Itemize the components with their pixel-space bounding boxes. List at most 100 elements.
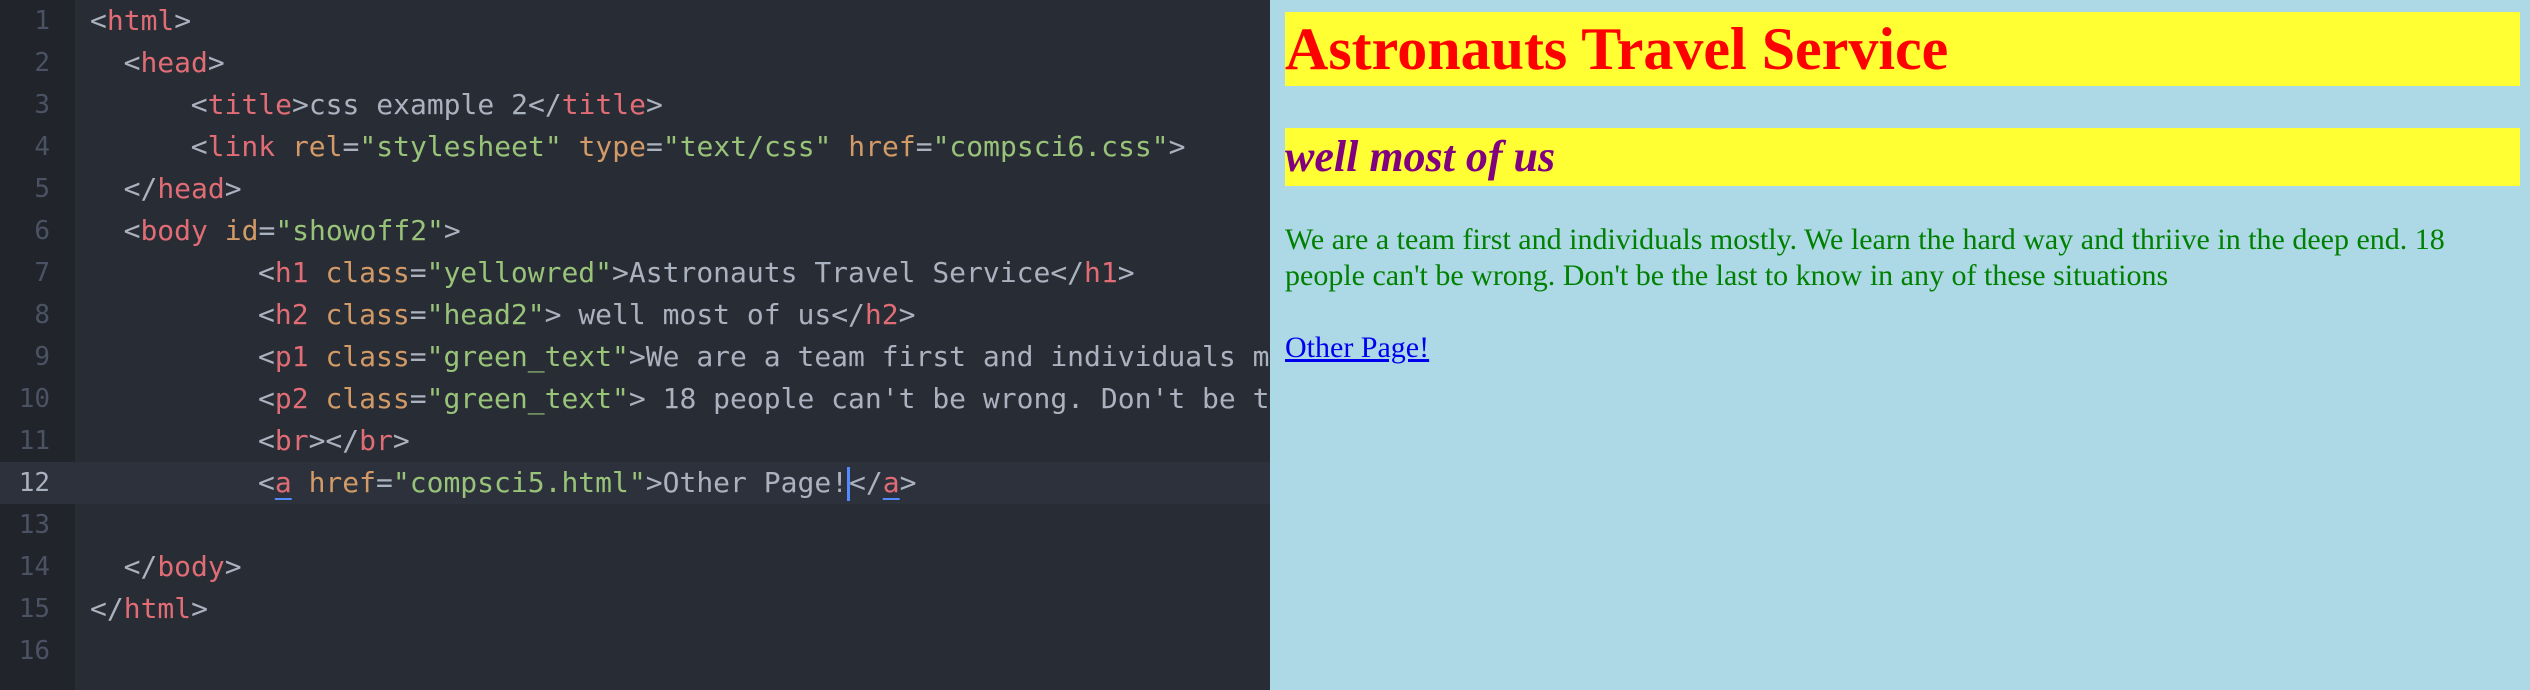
code-punctuation: > — [899, 466, 917, 499]
code-attribute: type — [578, 130, 646, 163]
code-punctuation: = — [409, 340, 427, 373]
code-text: <br></br> — [258, 420, 410, 462]
code-line[interactable]: 9 <p1 class="green_text">We are a team fi… — [0, 336, 1270, 378]
page-subheading: well most of us — [1285, 132, 1556, 181]
code-punctuation: </ — [831, 298, 865, 331]
code-line[interactable]: 6 <body id="showoff2"> — [0, 210, 1270, 252]
code-punctuation: = — [376, 466, 393, 499]
code-punctuation: > — [443, 214, 461, 247]
code-attribute: rel — [291, 130, 343, 163]
code-punctuation: > — [645, 88, 663, 121]
code-line[interactable]: 4 <link rel="stylesheet" type="text/css" … — [0, 126, 1270, 168]
code-text: </head> — [124, 168, 242, 210]
code-text: <p1 class="green_text">We are a team fir… — [258, 336, 1269, 378]
code-line[interactable]: 8 <h2 class="head2"> well most of us</h2> — [0, 294, 1270, 336]
code-punctuation: </ — [1050, 256, 1085, 289]
code-punctuation — [562, 130, 579, 163]
code-line[interactable]: 5 </head> — [0, 168, 1270, 210]
code-line[interactable]: 15 </html> — [0, 588, 1270, 630]
code-line[interactable]: 11 <br></br> — [0, 420, 1270, 462]
code-punctuation — [831, 130, 848, 163]
code-string: "showoff2" — [275, 214, 444, 247]
code-line[interactable]: 1 <html> — [0, 0, 1270, 42]
line-number: 14 — [18, 552, 50, 582]
code-tag: h1 — [274, 256, 309, 289]
code-tag: html — [106, 4, 175, 37]
code-attribute: id — [224, 214, 259, 247]
other-page-link[interactable]: Other Page! — [1285, 330, 1429, 366]
code-punctuation: < — [90, 4, 107, 37]
code-tag: h2 — [864, 298, 899, 331]
code-text: <p2 class="green_text"> 18 people can't … — [258, 378, 1269, 420]
code-attribute: class — [325, 382, 410, 415]
code-punctuation: > — [392, 424, 410, 457]
code-punctuation: > — [224, 172, 242, 205]
code-punctuation: < — [258, 256, 275, 289]
code-tag: p1 — [274, 340, 309, 373]
code-punctuation: > — [898, 298, 916, 331]
code-content: We are a team first and individuals m — [645, 340, 1270, 373]
code-attribute: class — [325, 340, 410, 373]
code-text: <html> — [90, 0, 191, 42]
code-line[interactable]: 10 <p2 class="green_text"> 18 people can'… — [0, 378, 1270, 420]
code-string: "head2" — [426, 298, 545, 331]
code-text: </body> — [124, 546, 242, 588]
code-punctuation: </ — [849, 466, 883, 499]
line-number: 10 — [18, 384, 50, 414]
code-punctuation: = — [409, 256, 427, 289]
code-tag: link — [207, 130, 276, 163]
code-punctuation: > — [645, 466, 663, 499]
code-line[interactable]: 3 <title>css example 2</title> — [0, 84, 1270, 126]
code-line[interactable]: 13 — [0, 504, 1270, 546]
code-punctuation: > — [291, 88, 309, 121]
code-punctuation — [309, 256, 326, 289]
code-punctuation: > — [191, 592, 209, 625]
team-paragraph: We are a team first and individuals most… — [1285, 223, 2445, 292]
code-content: Astronauts Travel Service — [628, 256, 1051, 289]
code-string: "compsci6.css" — [932, 130, 1169, 163]
code-text: <link rel="stylesheet" type="text/css" h… — [191, 126, 1186, 168]
code-line[interactable]: 16 — [0, 630, 1270, 672]
code-punctuation: = — [915, 130, 933, 163]
code-line[interactable]: 14 </body> — [0, 546, 1270, 588]
code-tag: body — [157, 550, 225, 583]
code-editor[interactable]: 1 <html> 2 <head> 3 <title>css example 2</tit… — [0, 0, 1270, 690]
line-number: 2 — [34, 48, 50, 78]
code-line[interactable]: 7 <h1 class="yellowred">Astronauts Travel… — [0, 252, 1270, 294]
code-punctuation: > — [207, 46, 225, 79]
line-number: 9 — [34, 342, 50, 372]
line-number: 8 — [34, 300, 50, 330]
code-punctuation: > — [174, 4, 192, 37]
code-punctuation: = — [409, 298, 427, 331]
code-tag: a — [882, 466, 900, 499]
code-punctuation: > — [628, 340, 646, 373]
code-punctuation: > — [1168, 130, 1186, 163]
code-attribute: class — [325, 298, 410, 331]
code-punctuation: </ — [527, 88, 562, 121]
code-punctuation: < — [258, 466, 275, 499]
code-text: <body id="showoff2"> — [124, 210, 461, 252]
code-punctuation — [208, 214, 225, 247]
code-punctuation: < — [190, 88, 208, 121]
code-attribute: class — [325, 256, 410, 289]
code-text: </html> — [90, 588, 208, 630]
code-punctuation: </ — [123, 172, 158, 205]
code-punctuation: = — [342, 130, 360, 163]
code-tag: p2 — [274, 382, 309, 415]
code-string: "green_text" — [426, 382, 629, 415]
code-tag: h2 — [274, 298, 309, 331]
code-text: <h1 class="yellowred">Astronauts Travel … — [258, 252, 1135, 294]
code-line[interactable]: 12 <a href="compsci5.html">Other Page!</a… — [0, 462, 1270, 504]
code-punctuation: = — [409, 382, 427, 415]
code-punctuation: < — [258, 424, 275, 457]
code-punctuation: < — [258, 340, 275, 373]
code-punctuation: </ — [90, 592, 124, 625]
html-preview: Astronauts Travel Service well most of u… — [1270, 0, 2530, 690]
code-content: well most of us — [561, 298, 832, 331]
code-punctuation: < — [258, 298, 275, 331]
line-number: 12 — [18, 468, 50, 498]
code-line[interactable]: 2 <head> — [0, 42, 1270, 84]
code-punctuation — [309, 298, 326, 331]
code-text: <a href="compsci5.html">Other Page!</a> — [258, 462, 916, 504]
code-tag: body — [140, 214, 208, 247]
